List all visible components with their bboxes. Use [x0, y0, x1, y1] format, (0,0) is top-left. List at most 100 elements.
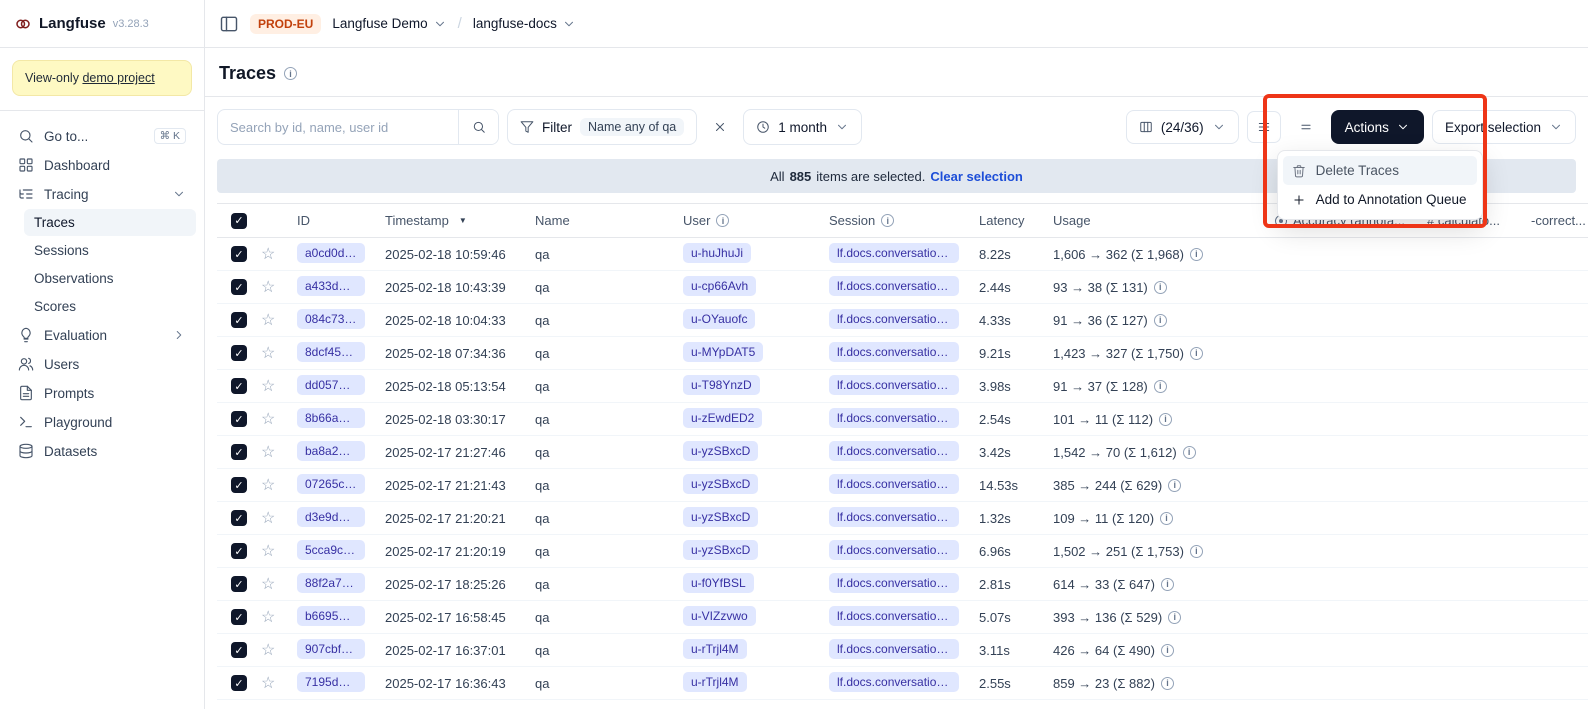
trace-id-badge[interactable]: 084c739... [297, 309, 365, 329]
trace-id-badge[interactable]: dd05753... [297, 375, 365, 395]
favorite-star-icon[interactable] [261, 444, 275, 461]
user-badge[interactable]: u-rTrjl4M [683, 639, 747, 659]
trace-id-badge[interactable]: b669529... [297, 606, 365, 626]
table-row[interactable]: b669529... 2025-02-17 16:58:45 qa u-VIZz… [217, 601, 1588, 634]
info-icon[interactable] [1161, 578, 1174, 591]
session-badge[interactable]: lf.docs.conversation... [829, 639, 959, 659]
row-checkbox[interactable] [231, 246, 247, 262]
info-icon[interactable] [1190, 347, 1203, 360]
user-badge[interactable]: u-VIZzvwo [683, 606, 756, 626]
row-checkbox[interactable] [231, 411, 247, 427]
info-icon[interactable] [1190, 545, 1203, 558]
favorite-star-icon[interactable] [261, 477, 275, 494]
favorite-star-icon[interactable] [261, 576, 275, 593]
favorite-star-icon[interactable] [261, 378, 275, 395]
info-icon[interactable] [1161, 677, 1174, 690]
row-checkbox[interactable] [231, 477, 247, 493]
row-checkbox[interactable] [231, 510, 247, 526]
row-checkbox[interactable] [231, 444, 247, 460]
favorite-star-icon[interactable] [261, 345, 275, 362]
info-icon[interactable] [1154, 314, 1167, 327]
row-checkbox[interactable] [231, 642, 247, 658]
table-row[interactable]: a433de51... 2025-02-18 10:43:39 qa u-cp6… [217, 271, 1588, 304]
row-checkbox[interactable] [231, 345, 247, 361]
search-input[interactable] [218, 120, 458, 135]
header-user[interactable]: User [673, 204, 819, 238]
sidebar-item-observations[interactable]: Observations [24, 265, 196, 292]
table-row[interactable]: 88f2a7b0... 2025-02-17 18:25:26 qa u-f0Y… [217, 568, 1588, 601]
session-badge[interactable]: lf.docs.conversation... [829, 474, 959, 494]
export-selection-button[interactable]: Export selection [1432, 110, 1576, 144]
demo-project-link[interactable]: demo project [82, 71, 154, 85]
session-badge[interactable]: lf.docs.conversation... [829, 540, 959, 560]
user-badge[interactable]: u-yzSBxcD [683, 507, 758, 527]
time-range-button[interactable]: 1 month [743, 109, 862, 145]
trace-id-badge[interactable]: 5cca9cf2... [297, 540, 365, 560]
table-row[interactable]: a0cd0d9... 2025-02-18 10:59:46 qa u-huJh… [217, 238, 1588, 271]
filter-button[interactable]: Filter Name any of qa [507, 109, 697, 145]
trace-id-badge[interactable]: a0cd0d9... [297, 243, 365, 263]
trace-id-badge[interactable]: ba8a208f... [297, 441, 365, 461]
session-badge[interactable]: lf.docs.conversation... [829, 573, 959, 593]
header-id[interactable]: ID [287, 204, 375, 238]
row-checkbox[interactable] [231, 378, 247, 394]
sidebar-item-traces[interactable]: Traces [24, 209, 196, 236]
header-latency[interactable]: Latency [969, 204, 1043, 238]
info-icon[interactable] [1154, 380, 1167, 393]
clear-filter-button[interactable] [705, 112, 735, 142]
user-badge[interactable]: u-yzSBxcD [683, 474, 758, 494]
table-row[interactable]: 5cca9cf2... 2025-02-17 21:20:19 qa u-yzS… [217, 535, 1588, 568]
session-badge[interactable]: lf.docs.conversation... [829, 243, 959, 263]
user-badge[interactable]: u-zEwdED2 [683, 408, 762, 428]
org-switcher[interactable]: Langfuse Demo [332, 16, 446, 31]
clear-selection-link[interactable]: Clear selection [930, 169, 1023, 184]
row-checkbox[interactable] [231, 675, 247, 691]
session-badge[interactable]: lf.docs.conversation... [829, 276, 959, 296]
info-icon[interactable] [716, 214, 729, 227]
sidebar-toggle-icon[interactable] [219, 14, 239, 34]
trace-id-badge[interactable]: 7195d78e... [297, 672, 365, 692]
user-badge[interactable]: u-huJhuJi [683, 243, 751, 263]
row-checkbox[interactable] [231, 312, 247, 328]
header-timestamp[interactable]: Timestamp [375, 204, 525, 238]
sidebar-item-datasets[interactable]: Datasets [8, 437, 196, 465]
session-badge[interactable]: lf.docs.conversation... [829, 441, 959, 461]
sidebar-item-users[interactable]: Users [8, 350, 196, 378]
favorite-star-icon[interactable] [261, 279, 275, 296]
sidebar-item-prompts[interactable]: Prompts [8, 379, 196, 407]
session-badge[interactable]: lf.docs.conversation... [829, 606, 959, 626]
session-badge[interactable]: lf.docs.conversation... [829, 309, 959, 329]
table-row[interactable]: 07265c7a... 2025-02-17 21:21:43 qa u-yzS… [217, 469, 1588, 502]
trace-id-badge[interactable]: 8b66a34... [297, 408, 365, 428]
header-score-correct[interactable]: -correct... [1521, 204, 1588, 238]
row-checkbox[interactable] [231, 576, 247, 592]
user-badge[interactable]: u-yzSBxcD [683, 540, 758, 560]
sidebar-item-dashboard[interactable]: Dashboard [8, 151, 196, 179]
trace-id-badge[interactable]: 07265c7a... [297, 474, 365, 494]
header-usage[interactable]: Usage [1043, 204, 1265, 238]
row-height-compact-button[interactable] [1247, 111, 1281, 143]
user-badge[interactable]: u-MYpDAT5 [683, 342, 763, 362]
header-name[interactable]: Name [525, 204, 673, 238]
actions-button[interactable]: Actions [1331, 110, 1424, 144]
sidebar-item-sessions[interactable]: Sessions [24, 237, 196, 264]
session-badge[interactable]: lf.docs.conversation... [829, 672, 959, 692]
goto-search[interactable]: Go to... ⌘ K [8, 122, 196, 150]
trace-id-badge[interactable]: 907cbf6e... [297, 639, 365, 659]
table-row[interactable]: 084c739... 2025-02-18 10:04:33 qa u-OYau… [217, 304, 1588, 337]
user-badge[interactable]: u-yzSBxcD [683, 441, 758, 461]
sidebar-item-playground[interactable]: Playground [8, 408, 196, 436]
header-session[interactable]: Session [819, 204, 969, 238]
sidebar-item-evaluation[interactable]: Evaluation [8, 321, 196, 349]
menu-item-delete-traces[interactable]: Delete Traces [1283, 156, 1477, 185]
table-row[interactable]: 8b66a34... 2025-02-18 03:30:17 qa u-zEwd… [217, 403, 1588, 436]
favorite-star-icon[interactable] [261, 675, 275, 692]
info-icon[interactable] [1160, 512, 1173, 525]
favorite-star-icon[interactable] [261, 543, 275, 560]
session-badge[interactable]: lf.docs.conversation... [829, 408, 959, 428]
trace-id-badge[interactable]: 8dcf4574... [297, 342, 365, 362]
select-all-checkbox[interactable] [231, 213, 247, 229]
info-icon[interactable] [1154, 281, 1167, 294]
table-row[interactable]: 7195d78e... 2025-02-17 16:36:43 qa u-rTr… [217, 667, 1588, 700]
table-row[interactable]: ba8a208f... 2025-02-17 21:27:46 qa u-yzS… [217, 436, 1588, 469]
